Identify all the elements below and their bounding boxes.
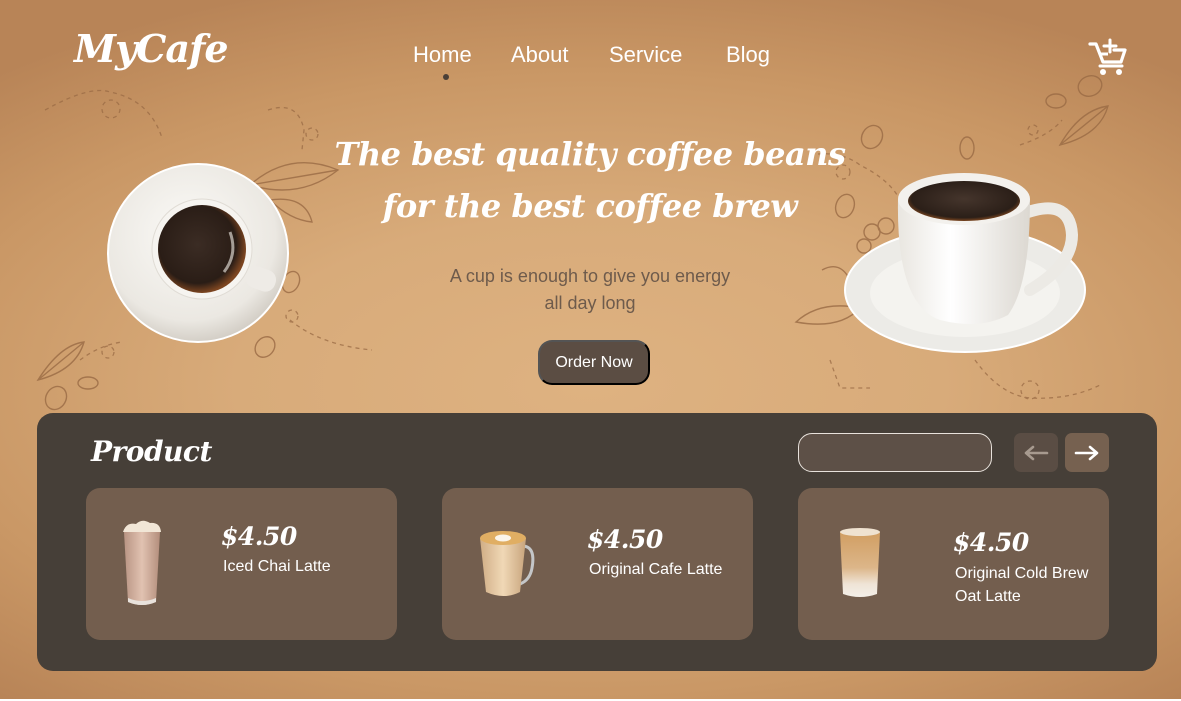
product-price: $4.50	[221, 522, 297, 551]
cart-button[interactable]	[1088, 38, 1128, 76]
order-now-button[interactable]: Order Now	[538, 340, 650, 385]
previous-products-button[interactable]	[1014, 433, 1058, 472]
nav-item-service[interactable]: Service	[609, 42, 682, 68]
main-nav: Home About Service Blog	[0, 42, 1181, 82]
product-price: $4.50	[953, 528, 1029, 557]
nav-item-blog[interactable]: Blog	[726, 42, 770, 68]
product-price: $4.50	[587, 525, 663, 554]
product-card[interactable]: $4.50 Original Cold Brew Oat Latte	[798, 488, 1109, 640]
product-card[interactable]: $4.50 Iced Chai Latte	[86, 488, 397, 640]
product-card[interactable]: $4.50 Original Cafe Latte	[442, 488, 753, 640]
product-name: Original Cold Brew Oat Latte	[955, 565, 1089, 605]
page: MyCafe Home About Service Blog The best …	[0, 0, 1181, 699]
arrow-left-icon	[1024, 445, 1049, 460]
cold-brew-oat-latte-image	[840, 528, 880, 597]
nav-item-home[interactable]: Home	[413, 42, 472, 68]
product-panel: Product $4.50 Iced Chai Latte $4.50 Orig…	[37, 413, 1157, 671]
hero-headline: The best quality coffee beans for the be…	[330, 128, 850, 232]
hero-subtitle-line-2: all day long	[544, 293, 636, 313]
active-nav-indicator	[443, 74, 449, 80]
product-section-title: Product	[91, 435, 212, 468]
hero-headline-line-1: The best quality coffee beans	[334, 135, 846, 173]
product-name: Original Cafe Latte	[589, 561, 723, 578]
nav-item-about[interactable]: About	[511, 42, 569, 68]
search-input[interactable]	[813, 434, 994, 471]
coffee-cup-top-view-image	[107, 163, 289, 343]
iced-chai-latte-image	[123, 520, 161, 605]
product-search[interactable]	[798, 433, 994, 472]
product-name: Iced Chai Latte	[223, 558, 331, 575]
hero-subtitle-line-1: A cup is enough to give you energy	[449, 266, 731, 286]
coffee-cup-side-view-image	[844, 173, 1086, 353]
arrow-right-icon	[1074, 445, 1099, 460]
hero-subtitle: A cup is enough to give you energy all d…	[400, 263, 780, 317]
next-products-button[interactable]	[1065, 433, 1109, 472]
cart-plus-icon	[1088, 38, 1127, 75]
hero-headline-line-2: for the best coffee brew	[382, 187, 798, 225]
cafe-latte-image	[480, 531, 535, 596]
